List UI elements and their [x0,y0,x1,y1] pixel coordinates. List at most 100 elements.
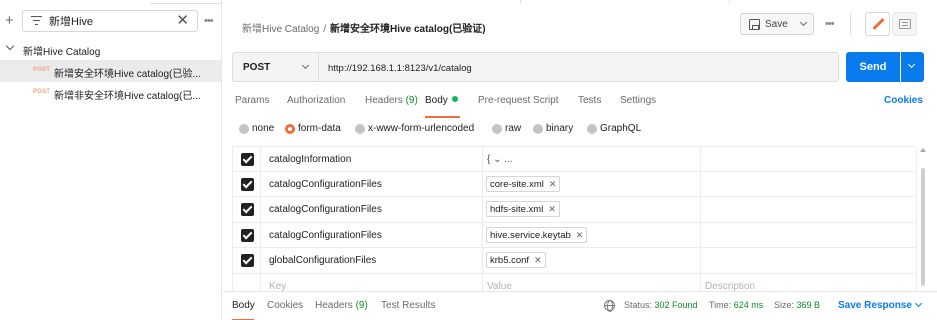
sidebar: + ✕ ••• 新增Hive Catalog POST 新增安全环境Hive c… [0,0,222,320]
chevron-down-icon[interactable] [5,41,15,51]
close-icon[interactable]: ✕ [176,13,189,29]
response-tab-body[interactable]: Body [232,300,255,311]
search-box[interactable]: ✕ [22,10,198,32]
description-placeholder: Description [705,280,756,292]
radio-label: none [252,123,275,134]
key-cell[interactable]: catalogConfigurationFiles [260,222,482,247]
size-label: Size: [774,300,795,310]
filter-icon[interactable] [30,16,42,28]
chevron-down-icon [301,61,310,70]
file-chip[interactable]: hdfs-site.xml ✕ [486,201,560,217]
send-button[interactable]: Send [846,52,900,82]
scrollbar[interactable] [921,168,925,286]
value-cell[interactable]: core-site.xml ✕ [482,171,700,196]
divider [850,13,851,35]
description-cell[interactable] [700,171,917,196]
radio-label: form-data [298,123,341,134]
file-chip[interactable]: core-site.xml ✕ [486,175,561,192]
tab-params[interactable]: Params [235,95,269,106]
headers-count: (9) [405,95,418,106]
time-text: Time: 624 ms [709,300,763,310]
documentation-button[interactable] [892,12,917,36]
response-tab-test-results[interactable]: Test Results [381,300,435,311]
radio-checked-icon [285,124,295,134]
value-cell[interactable]: krb5.conf ✕ [482,248,700,273]
sidebar-request-item[interactable]: POST 新增非安全环境Hive catalog(已... [0,82,221,104]
breadcrumb-parent[interactable]: 新增Hive Catalog [242,24,319,35]
comment-icon [899,19,911,29]
url-bar: POST [232,52,839,82]
tab-headers-label: Headers [365,95,403,106]
scroll-up-icon[interactable] [920,148,926,152]
file-name: krb5.conf [490,255,530,266]
tab-headers[interactable]: Headers (9) [365,95,418,106]
row-checkbox[interactable] [241,254,254,267]
status-value[interactable]: 302 Found [655,300,698,310]
file-name: hdfs-site.xml [490,204,544,215]
cookies-link[interactable]: Cookies [884,95,923,106]
save-button[interactable]: Save [740,13,795,35]
file-chip[interactable]: krb5.conf ✕ [486,252,546,268]
tab-settings[interactable]: Settings [620,95,656,106]
table-row: globalConfigurationFiles krb5.conf ✕ [232,248,917,274]
tab-authorization[interactable]: Authorization [287,95,345,106]
time-value[interactable]: 624 ms [734,300,764,310]
key-cell[interactable]: catalogConfigurationFiles [260,171,482,196]
remove-file-icon[interactable]: ✕ [549,179,557,189]
row-checkbox[interactable] [241,177,254,191]
collection-item[interactable]: 新增Hive Catalog [0,40,221,58]
save-dropdown-button[interactable] [794,13,814,35]
radio-icon [587,124,597,134]
tab-tests[interactable]: Tests [578,95,601,106]
description-cell[interactable] [700,248,917,273]
request-editor: 新增Hive Catalog / 新增安全环境Hive catalog(已验证) S… [223,0,937,320]
key-cell[interactable]: catalogInformation [260,147,482,171]
radio-icon [533,124,543,134]
more-options-icon[interactable]: ••• [825,18,835,30]
active-indicator-dot [451,96,458,102]
more-options-icon[interactable]: ••• [204,15,214,27]
request-name: 新增安全环境Hive catalog(已验... [54,69,201,80]
remove-file-icon[interactable]: ✕ [534,255,542,265]
radio-icon [355,124,365,134]
file-chip[interactable]: hive.service.keytab ✕ [486,226,588,243]
response-headers-label: Headers [315,300,353,311]
key-text: globalConfigurationFiles [269,255,377,266]
collection-name: 新增Hive Catalog [23,47,101,58]
value-cell[interactable]: hive.service.keytab ✕ [482,222,700,247]
method-select[interactable]: POST [233,53,319,81]
response-tab-headers[interactable]: Headers (9) [315,300,368,311]
row-checkbox[interactable] [241,153,254,166]
send-dropdown-button[interactable] [901,52,924,82]
edit-button[interactable] [865,12,890,36]
row-checkbox[interactable] [241,203,254,216]
description-cell[interactable] [700,147,917,171]
chevron-down-icon [907,60,916,69]
tab-body[interactable]: Body [425,95,458,106]
plus-icon[interactable]: + [5,12,14,30]
sidebar-top-divider [150,0,222,4]
search-input[interactable] [49,13,169,29]
url-input[interactable] [328,61,828,75]
value-cell[interactable]: hdfs-site.xml ✕ [482,197,700,222]
row-checkbox[interactable] [241,228,254,242]
value-cell[interactable]: { ⌄ ... [482,147,700,171]
page-title[interactable]: 新增安全环境Hive catalog(已验证) [330,24,486,35]
size-value[interactable]: 369 B [797,300,821,310]
response-tab-cookies[interactable]: Cookies [267,300,303,311]
chevron-down-icon [914,299,922,308]
key-cell[interactable]: globalConfigurationFiles [260,248,482,273]
description-cell[interactable] [700,197,917,222]
tab-prerequest-script[interactable]: Pre-request Script [478,95,559,106]
remove-file-icon[interactable]: ✕ [548,204,556,214]
globe-icon[interactable] [604,300,615,312]
response-bar: Body Cookies Headers (9) Test Results St… [223,291,937,320]
radio-icon [239,124,249,134]
description-cell[interactable] [700,222,917,247]
save-response-button[interactable]: Save Response [838,299,922,311]
key-cell[interactable]: catalogConfigurationFiles [260,197,482,222]
sidebar-request-item[interactable]: POST 新增安全环境Hive catalog(已验... [0,60,221,82]
table-row: catalogInformation { ⌄ ... [232,146,917,172]
remove-file-icon[interactable]: ✕ [576,230,584,240]
key-text: catalogConfigurationFiles [269,229,382,241]
